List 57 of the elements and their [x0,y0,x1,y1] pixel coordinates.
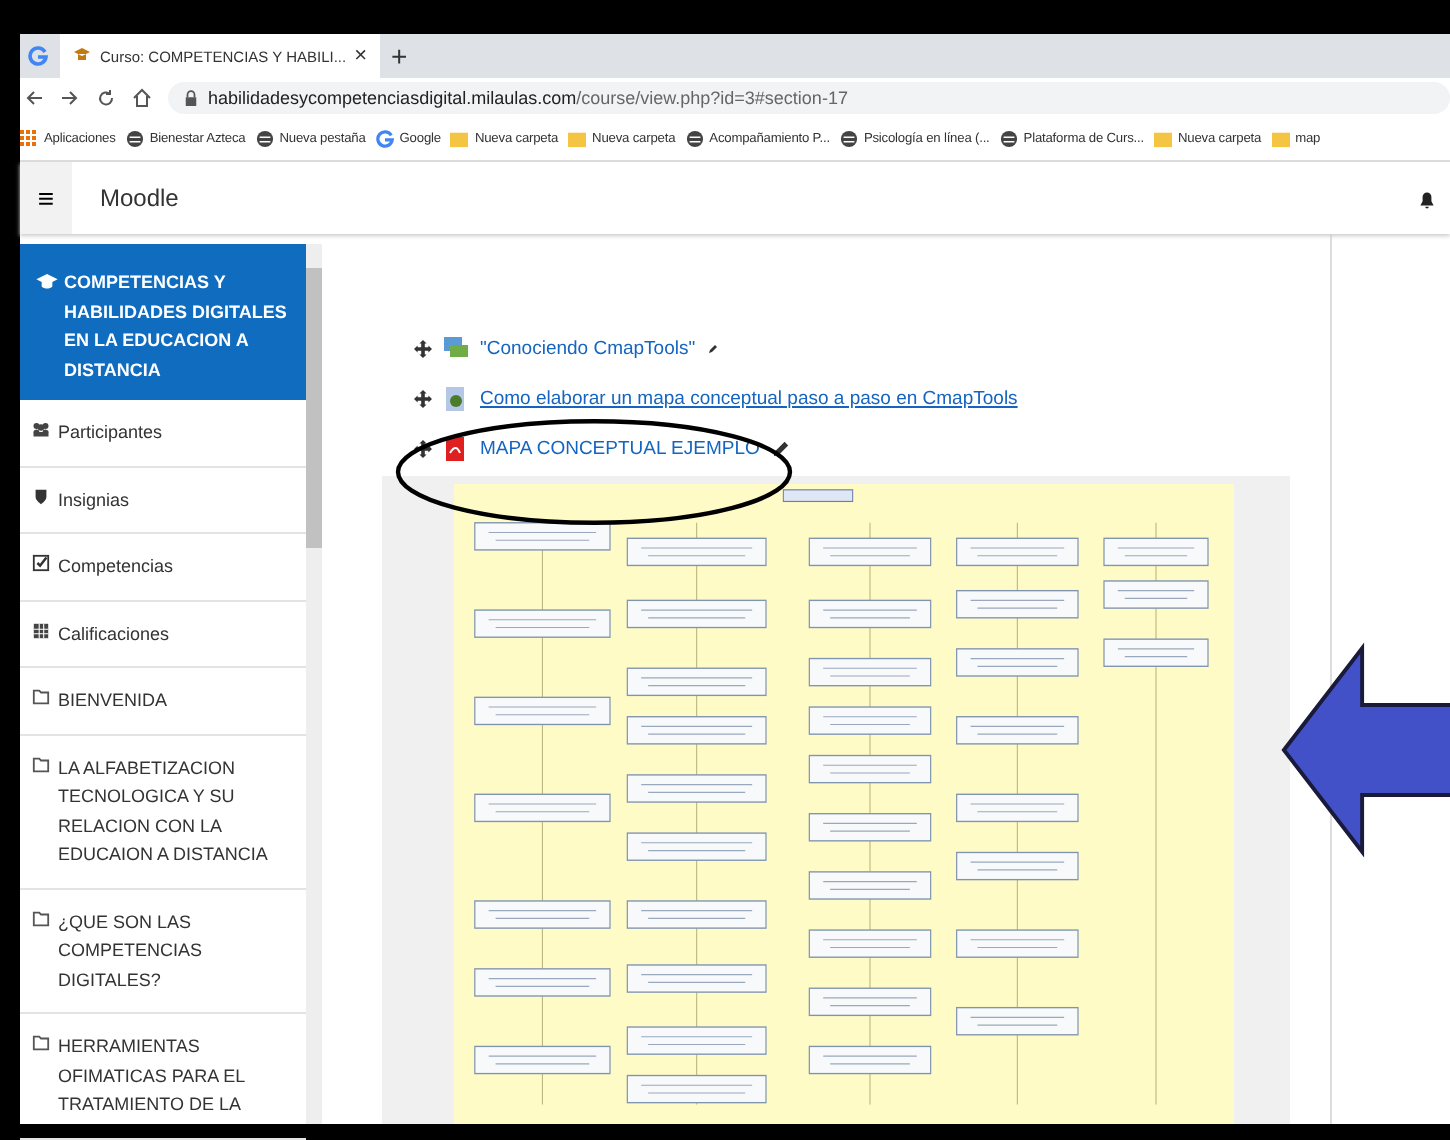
checkbox-icon [32,554,50,572]
sidebar-label: Competencias [58,554,174,580]
pencil-icon[interactable] [707,344,718,354]
folder-icon [1153,130,1172,148]
g-logo-icon [375,130,394,148]
back-icon[interactable] [24,88,44,108]
globe-icon [125,130,144,148]
activity-link[interactable]: Como elaborar un mapa conceptual paso a paso en CmapTools [480,388,1018,410]
globe-icon [685,130,704,148]
folder-icon [32,755,50,773]
sidebar-label: LA ALFABETIZACION TECNOLOGICA Y SU RELACION CON LA EDUCAION A DISTANCIA [58,755,270,868]
sidebar-label: Calificaciones [58,621,170,647]
cap-icon [72,46,92,66]
forward-icon[interactable] [60,88,80,108]
lock-icon [184,89,198,107]
site-name[interactable]: Moodle [100,184,179,212]
sidebar-label: BIENVENIDA [58,688,168,714]
document-globe-icon [444,386,468,412]
sidebar-label: ¿QUE SON LAS COMPETENCIAS DIGITALES? [58,909,205,993]
globe-icon [999,130,1018,148]
apps-icon [20,130,38,148]
sidebar-label: Insignias [58,487,130,514]
course-title: COMPETENCIAS Y HABILIDADES DIGITALES EN LA EDUCACION A DISTANCIA [64,270,289,383]
address-bar[interactable]: habilidadesycompetenciasdigital.milaulas.com/course/view.php?id=3#section-17 [168,82,1450,114]
move-icon[interactable] [414,440,432,458]
folder-icon [32,688,50,706]
shield-icon [32,487,50,505]
menu-button[interactable]: ≡ [20,162,72,234]
sidebar-label: Participantes [58,420,163,446]
activity-link[interactable]: "Conociendo CmapTools" [480,338,696,360]
close-tab-button[interactable]: × [354,44,368,68]
graduation-cap-icon [36,274,58,290]
sidebar-label: HERRAMIENTAS OFIMATICAS PARA EL TRATAMIENTO DE LA [58,1034,247,1118]
new-tab-button[interactable]: + [391,40,408,72]
url-text: habilidadesycompetenciasdigital.milaulas.com/course/view.php?id=3#section-17 [208,88,848,108]
move-icon[interactable] [414,390,432,408]
users-icon [32,420,50,438]
folder-icon [32,909,50,927]
globe-icon [839,130,858,148]
globe-icon [255,130,274,148]
g-logo-icon[interactable] [28,46,48,66]
reload-icon[interactable] [96,88,116,108]
pencil-icon[interactable] [771,440,790,458]
scrollbar-thumb[interactable] [306,268,322,548]
move-icon[interactable] [414,340,432,358]
folder-icon [568,130,587,148]
folder-icon [1271,130,1290,148]
folder-icon [32,1034,50,1052]
folder-icon [450,130,469,148]
course-nav-item[interactable]: COMPETENCIAS Y HABILIDADES DIGITALES EN LA EDUCACION A DISTANCIA [20,244,306,400]
scrollbar-track[interactable] [306,244,322,1124]
chat-icon [444,336,468,362]
table-icon [32,621,50,639]
notification-bell-icon[interactable] [1416,187,1438,209]
left-arrow-icon [1280,640,1450,860]
home-icon[interactable] [132,88,152,108]
pdf-icon [444,436,468,462]
